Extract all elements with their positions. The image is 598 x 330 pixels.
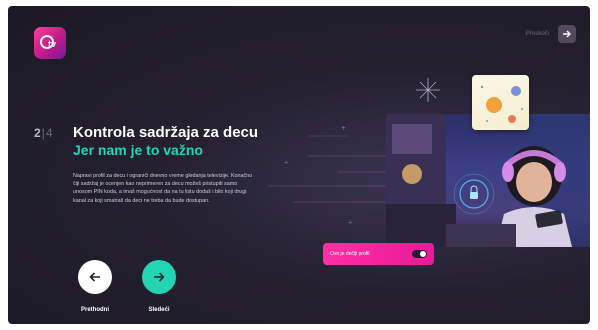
- arrow-left-icon: [89, 272, 100, 282]
- decor-plus: +: [341, 125, 346, 132]
- child-photo: [386, 114, 590, 247]
- step-indicator: 2|4: [34, 126, 73, 140]
- step-total: 4: [45, 126, 53, 140]
- title-row: 2|4 Kontrola sadržaja za decu: [34, 124, 258, 141]
- app-logo: tv: [34, 27, 66, 59]
- next-button[interactable]: [142, 260, 176, 294]
- next-label[interactable]: Sledeći: [142, 307, 176, 313]
- sparkle-icon: [416, 78, 440, 102]
- skip-button[interactable]: [558, 25, 576, 43]
- decor-plus: +: [284, 160, 288, 166]
- decor-plus: +: [348, 220, 352, 226]
- space-illustration: [480, 85, 523, 123]
- previous-label[interactable]: Prethodni: [78, 307, 112, 313]
- onboarding-screen: + + + tv Preskoči 2|4 Kontrola sadržaja …: [8, 6, 590, 324]
- page-subtitle: Jer nam je to važno: [73, 142, 203, 158]
- svg-text:tv: tv: [48, 39, 56, 49]
- child-profile-switch[interactable]: [412, 250, 427, 258]
- toggle-label: Ovo je dečiji profil: [330, 251, 370, 257]
- skip-label[interactable]: Preskoči: [526, 31, 549, 37]
- space-illustration-card: [472, 75, 529, 130]
- step-current: 2: [34, 126, 41, 140]
- previous-button[interactable]: [78, 260, 112, 294]
- page-title: Kontrola sadržaja za decu: [73, 124, 259, 141]
- child-with-tablet-illustration: [386, 114, 590, 247]
- skip-control[interactable]: Preskoči: [526, 25, 576, 43]
- child-profile-toggle-card[interactable]: Ovo je dečiji profil: [323, 243, 434, 265]
- arrow-right-icon: [154, 272, 165, 282]
- description-text: Napravi profil za decu i ograniči dnevno…: [73, 173, 253, 204]
- arrow-right-icon: [563, 30, 571, 38]
- switch-knob: [420, 251, 426, 257]
- tv-icon: tv: [40, 35, 56, 49]
